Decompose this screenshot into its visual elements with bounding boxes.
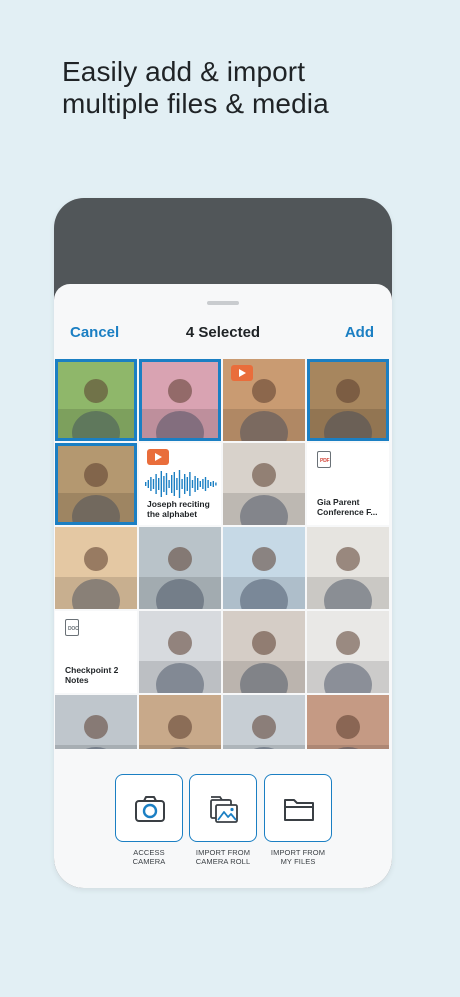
headline: Easily add & import multiple files & med… [62,56,442,120]
photo-tile[interactable] [55,527,137,609]
file-type-label: DOC [68,626,79,632]
file-type-label: PDF [320,458,330,464]
photo-tile[interactable] [223,443,305,525]
photo-thumbnail [139,695,221,749]
photo-thumbnail [223,611,305,693]
play-icon [231,365,253,381]
photo-thumbnail [223,443,305,525]
picker-navbar: Cancel 4 Selected Add [54,322,392,346]
import-camera-roll-button[interactable] [189,774,257,842]
import-actions: ACCESS CAMERA IMPORT FROM CAMERA ROLL IM… [54,774,392,874]
photo-tile[interactable] [55,695,137,749]
document-name: Gia Parent Conference F... [317,497,378,517]
selection-count-title: 4 Selected [185,324,261,341]
import-camera-roll-label: IMPORT FROM CAMERA ROLL [195,848,251,866]
photo-tile[interactable] [223,527,305,609]
photo-tile[interactable] [139,611,221,693]
play-icon [147,449,169,465]
photo-tile[interactable] [307,695,389,749]
photo-thumbnail [55,695,137,749]
photo-thumbnail [139,359,221,441]
photo-tile[interactable] [55,359,137,441]
doc-file-icon: DOC [65,619,79,636]
photo-thumbnail [55,527,137,609]
pdf-file-icon: PDF [317,451,331,468]
photo-tile[interactable] [139,527,221,609]
photo-tile[interactable] [307,359,389,441]
photo-tile[interactable] [139,695,221,749]
audio-title: Joseph reciting the alphabet [147,499,210,519]
photo-thumbnail [307,611,389,693]
photo-thumbnail [307,359,389,441]
photo-tile[interactable] [307,527,389,609]
access-camera-button[interactable] [115,774,183,842]
headline-line-2: multiple files & media [62,88,329,119]
import-camera-roll-action[interactable]: IMPORT FROM CAMERA ROLL [189,774,257,866]
access-camera-label: ACCESS CAMERA [132,848,166,866]
folder-icon [284,799,314,821]
photo-library-icon [210,796,238,823]
photo-thumbnail [55,359,137,441]
video-tile[interactable] [223,359,305,441]
photo-thumbnail [223,527,305,609]
import-my-files-label: IMPORT FROM MY FILES [270,848,326,866]
photo-thumbnail [139,611,221,693]
sheet-grabber[interactable] [207,301,239,305]
media-grid: Joseph reciting the alphabet PDF Gia Paren… [55,359,391,749]
photo-tile[interactable] [307,611,389,693]
photo-tile[interactable] [139,359,221,441]
import-my-files-button[interactable] [264,774,332,842]
photo-thumbnail [307,695,389,749]
photo-thumbnail [139,527,221,609]
media-picker-sheet: Cancel 4 Selected Add Joseph reciting th… [54,284,392,888]
camera-icon [135,796,165,822]
photo-tile[interactable] [223,695,305,749]
audio-waveform-icon [145,470,217,498]
document-name: Checkpoint 2 Notes [65,665,119,685]
import-my-files-action[interactable]: IMPORT FROM MY FILES [264,774,332,866]
headline-line-1: Easily add & import [62,56,306,87]
photo-thumbnail [55,443,137,525]
photo-tile[interactable] [55,443,137,525]
document-tile[interactable]: DOC Checkpoint 2 Notes [55,611,137,693]
audio-tile[interactable]: Joseph reciting the alphabet [139,443,221,525]
photo-thumbnail [307,527,389,609]
photo-thumbnail [223,695,305,749]
document-tile[interactable]: PDF Gia Parent Conference F... [307,443,389,525]
access-camera-action[interactable]: ACCESS CAMERA [115,774,183,866]
photo-tile[interactable] [223,611,305,693]
phone-frame: Cancel 4 Selected Add Joseph reciting th… [54,198,392,888]
add-button[interactable]: Add [345,324,374,341]
